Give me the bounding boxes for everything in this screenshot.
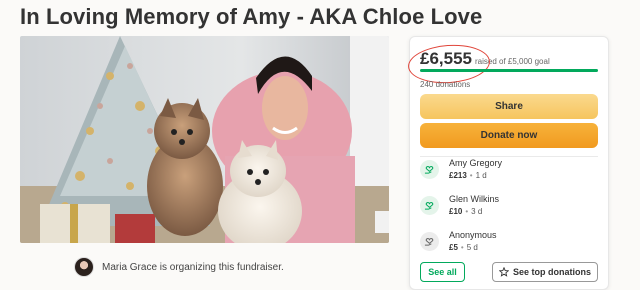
donor-time: 1 d (475, 171, 487, 180)
see-top-donations-button[interactable]: See top donations (492, 262, 598, 282)
donor-time: 3 d (471, 207, 483, 216)
page-title: In Loving Memory of Amy - AKA Chloe Love (20, 4, 483, 29)
progress-fill (420, 69, 598, 72)
donor-item: Amy Gregory £213 • 1 d (420, 154, 598, 184)
heart-hand-icon (420, 195, 439, 215)
donor-item: Glen Wilkins £10 • 3 d (420, 190, 598, 220)
donor-amount: £213 (449, 171, 467, 180)
organizer-avatar (74, 257, 94, 277)
donor-amount: £10 (449, 207, 463, 216)
star-icon (498, 267, 509, 277)
donor-item: Anonymous £5 • 5 d (420, 226, 598, 256)
donor-name: Anonymous (449, 230, 497, 240)
organizer-line: Maria Grace is organizing this fundraise… (74, 256, 284, 278)
heart-hand-icon (420, 159, 439, 179)
donor-name: Amy Gregory (449, 158, 503, 168)
campaign-photo (20, 36, 389, 243)
heart-hand-icon (420, 231, 439, 251)
donor-name: Glen Wilkins (449, 194, 500, 204)
see-all-button[interactable]: See all (420, 262, 465, 282)
raised-summary: £6,555 raised of £5,000 goal (406, 42, 550, 86)
progress-bar (420, 69, 598, 72)
donor-time: 5 d (466, 243, 478, 252)
see-top-donations-label: See top donations (512, 267, 591, 277)
share-button[interactable]: Share (420, 94, 598, 119)
organizer-text: Maria Grace is organizing this fundraise… (102, 261, 284, 273)
donation-card: £6,555 raised of £5,000 goal 240 donatio… (406, 36, 609, 290)
donate-now-button[interactable]: Donate now (420, 123, 598, 148)
donation-count: 240 donations (420, 80, 471, 89)
donor-amount: £5 (449, 243, 458, 252)
